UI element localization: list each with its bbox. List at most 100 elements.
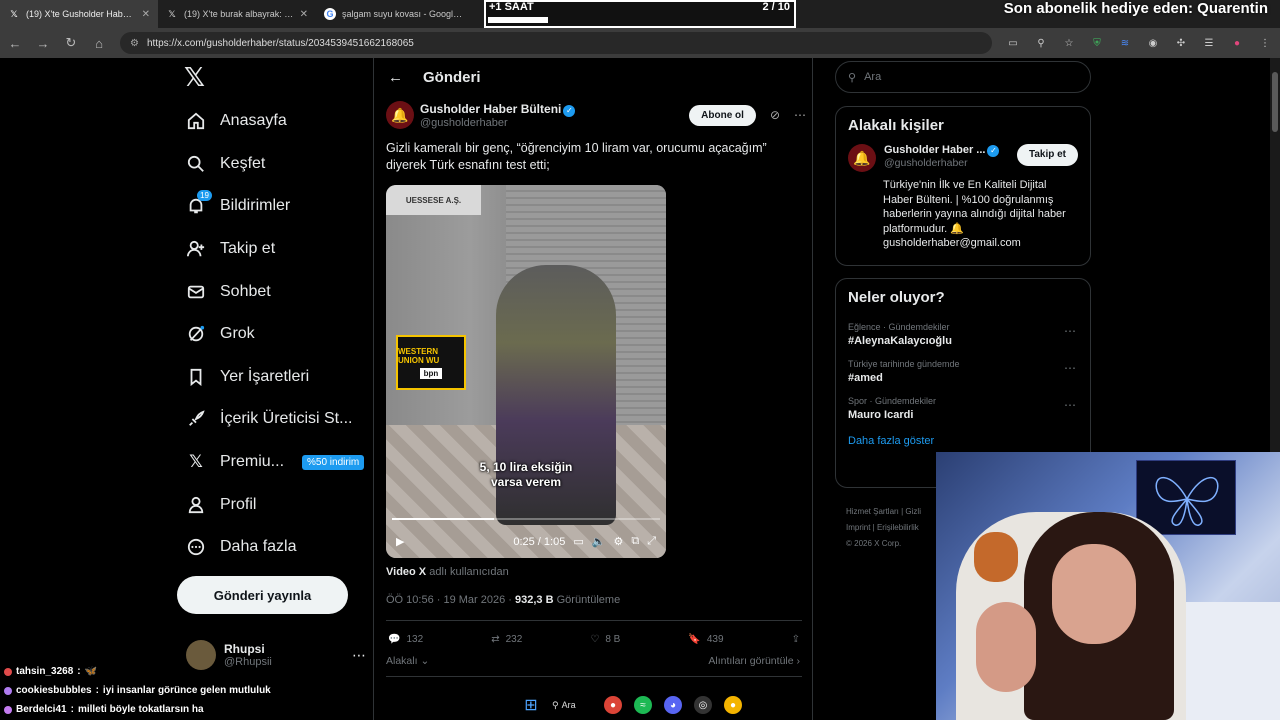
cast-icon[interactable]: ▭ [1006, 36, 1020, 50]
post-author: 🔔 Gusholder Haber Bülteni ✓ @gusholderhab… [386, 100, 806, 130]
fullscreen-icon[interactable]: ⤢ [647, 535, 656, 548]
like-button[interactable]: ♡ 8 B [590, 630, 620, 648]
legal-line[interactable]: Hizmet Şartları | Gizli [846, 504, 936, 520]
bookmark-star-icon[interactable]: ☆ [1062, 36, 1076, 50]
captions-icon[interactable]: ▭ [573, 535, 583, 548]
page-scrollbar[interactable] [1270, 58, 1280, 452]
spotify-icon[interactable]: ≈ [634, 696, 652, 714]
share-button[interactable]: ⇪ [792, 630, 800, 648]
site-info-icon[interactable]: ⚙ [130, 38, 139, 49]
post-timestamp[interactable]: ÖÖ 10:56 · 19 Mar 2026 · [386, 594, 512, 606]
home-icon[interactable]: ⌂ [92, 36, 106, 51]
bell-icon: 19 [186, 190, 212, 216]
repost-button[interactable]: ⇄ 232 [491, 630, 522, 648]
tab-3[interactable]: G şalgam suyu kovası - Google'da A [316, 0, 474, 28]
video-progress-bar[interactable] [392, 518, 660, 520]
scrollbar-thumb[interactable] [1272, 72, 1278, 132]
reply-button[interactable]: 💬 132 [388, 630, 423, 648]
nav-grok[interactable]: Grok [176, 313, 366, 356]
bookmark-icon: 🔖 [688, 633, 701, 645]
chrome-active-icon[interactable]: ● [724, 696, 742, 714]
search-input[interactable]: ⚲ Ara [835, 61, 1091, 93]
trend-item[interactable]: Spor · Gündemdekiler Mauro Icardi ⋯ [836, 390, 1090, 427]
tab-close-icon[interactable]: ✕ [300, 9, 308, 20]
post-button[interactable]: Gönderi yayınla [177, 576, 348, 614]
x-logo-icon[interactable]: 𝕏 [184, 64, 210, 90]
discord-icon[interactable]: ◕ [664, 696, 682, 714]
source-user[interactable]: Video X [386, 566, 426, 578]
trends-title: Neler oluyor? [848, 289, 945, 306]
related-person[interactable]: 🔔 Gusholder Haber ... ✓ @gusholderhaber T… [836, 144, 1090, 172]
zoom-icon[interactable]: ⚲ [1034, 36, 1048, 50]
taskbar-search[interactable]: ⚲ Ara [552, 696, 592, 714]
author-avatar[interactable]: 🔔 [386, 101, 414, 129]
chrome-icon[interactable]: ● [604, 696, 622, 714]
puzzle-icon[interactable]: ✣ [1174, 36, 1188, 50]
nav-label: Bildirimler [220, 197, 291, 215]
post-more-icon[interactable]: ⋯ [794, 108, 806, 122]
profile-icon[interactable]: ● [1230, 36, 1244, 50]
author-handle[interactable]: @gusholderhaber [420, 117, 575, 129]
url-field[interactable]: ⚙ https://x.com/gusholderhaber/status/20… [120, 32, 992, 54]
nav-notifications[interactable]: 19 Bildirimler [176, 185, 366, 228]
obs-icon[interactable]: ◎ [694, 696, 712, 714]
reading-list-icon[interactable]: ☰ [1202, 36, 1216, 50]
nav-explore[interactable]: Keşfet [176, 143, 366, 186]
nav-chat[interactable]: Sohbet [176, 270, 366, 313]
trend-category: Eğlence · Gündemdekiler [848, 322, 950, 332]
play-icon[interactable]: ▶ [396, 535, 404, 548]
browser-menu-icon[interactable]: ⋮ [1258, 36, 1272, 50]
sub-gift-overlay: Son abonelik hediye eden: Quarentin [1003, 0, 1268, 17]
trend-more-icon[interactable]: ⋯ [1064, 361, 1076, 375]
bookmark-button[interactable]: 🔖 439 [688, 630, 723, 648]
nav-profile[interactable]: Profil [176, 483, 366, 526]
nav-premium[interactable]: 𝕏 Premiu... %50 indirim [176, 441, 366, 484]
settings-icon[interactable]: ⚙ [613, 535, 623, 548]
trend-tag: Mauro Icardi [848, 409, 914, 421]
back-icon[interactable]: ← [8, 36, 22, 51]
nav-follow[interactable]: Takip et [176, 228, 366, 271]
video-time: 0:25 / 1:05 [513, 535, 566, 548]
related-name[interactable]: Gusholder Haber ... [884, 144, 985, 156]
search-placeholder: Ara [864, 71, 882, 83]
stream-timer-overlay: +1 SAAT 2 / 10 [484, 0, 796, 28]
wave-extension-icon[interactable]: ≋ [1118, 36, 1132, 50]
chat-badge-icon [4, 667, 12, 676]
reload-icon[interactable]: ↻ [64, 35, 78, 51]
volume-icon[interactable]: 🔈 [592, 535, 606, 548]
forward-icon[interactable]: → [36, 36, 50, 51]
back-arrow-icon[interactable]: ← [388, 69, 403, 86]
legal-line[interactable]: Imprint | Erişilebilirlik [846, 520, 936, 536]
trend-item[interactable]: Eğlence · Gündemdekiler #AleynaKalaycıoğ… [836, 316, 1090, 353]
shield-extension-icon[interactable]: ⛨ [1090, 36, 1104, 50]
account-more-icon[interactable]: ⋯ [352, 647, 366, 664]
related-avatar[interactable]: 🔔 [848, 144, 876, 172]
like-count: 8 B [605, 633, 621, 645]
extension-icon[interactable]: ◉ [1146, 36, 1160, 50]
view-quotes-link[interactable]: Alıntıları görüntüle › [708, 655, 800, 667]
video-player[interactable]: UESSESE A.Ş. WESTERN UNION WU bpn 5, 10 … [386, 185, 666, 558]
chat-message: tahsin_3268: 🦋 [4, 662, 304, 681]
nav-more[interactable]: Daha fazla [176, 526, 366, 569]
grok-post-icon[interactable]: ⊘ [770, 108, 780, 122]
author-name[interactable]: Gusholder Haber Bülteni [420, 102, 561, 116]
trend-more-icon[interactable]: ⋯ [1064, 324, 1076, 338]
account-name: Rhupsi [224, 642, 265, 656]
bookmark-count: 439 [706, 633, 724, 645]
follow-button[interactable]: Takip et [1016, 144, 1078, 166]
trend-item[interactable]: Türkiye tarihinde gündemde #amed ⋯ [836, 353, 1090, 390]
windows-start-icon[interactable]: ⊞ [522, 696, 540, 714]
nav-home[interactable]: Anasayfa [176, 100, 366, 143]
tab-2[interactable]: 𝕏 (19) X'te burak albayrak: "İstanb ✕ [158, 0, 316, 28]
subscribe-button[interactable]: Abone ol [689, 104, 756, 126]
nav-bookmarks[interactable]: Yer İşaretleri [176, 356, 366, 399]
chevron-down-icon: ⌄ [420, 655, 430, 667]
post-header: ← Gönderi [374, 58, 814, 96]
tab-close-icon[interactable]: ✕ [142, 9, 150, 20]
trend-more-icon[interactable]: ⋯ [1064, 398, 1076, 412]
post-column: ← Gönderi 🔔 Gusholder Haber Bülteni ✓ @gu… [373, 58, 813, 720]
tab-1[interactable]: 𝕏 (19) X'te Gusholder Haber B ✕ [0, 0, 158, 28]
nav-creator-studio[interactable]: İçerik Üreticisi St... [176, 398, 366, 441]
pip-icon[interactable]: ⧉ [631, 535, 639, 548]
related-dropdown[interactable]: Alakalı ⌄ [386, 655, 429, 667]
